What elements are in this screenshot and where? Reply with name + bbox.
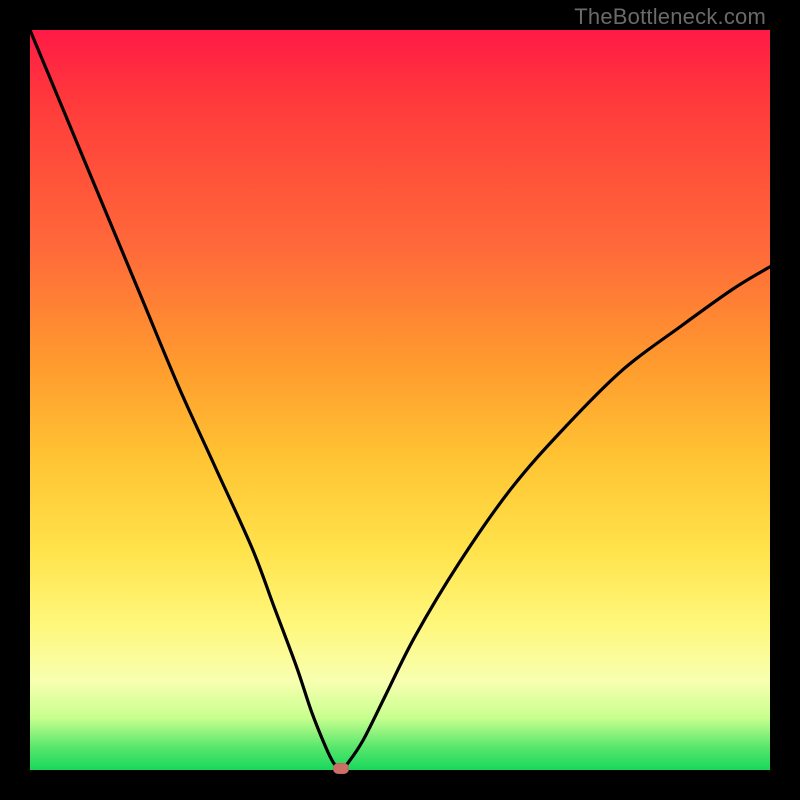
watermark-text: TheBottleneck.com xyxy=(574,4,766,30)
plot-area xyxy=(30,30,770,770)
minimum-marker xyxy=(333,763,349,774)
bottleneck-curve xyxy=(30,30,770,770)
chart-frame: TheBottleneck.com xyxy=(0,0,800,800)
